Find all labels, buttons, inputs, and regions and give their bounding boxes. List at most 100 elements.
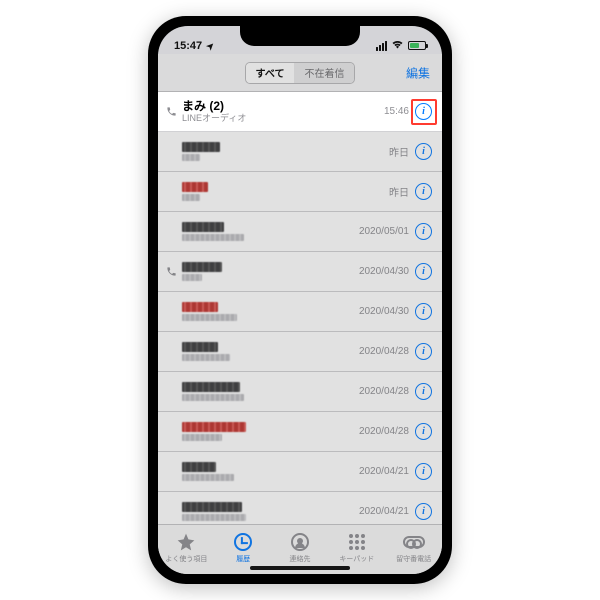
call-row[interactable]: 2020/05/01 i [158, 212, 442, 252]
caller-sub-redacted [182, 154, 200, 161]
caller-sub-redacted [182, 194, 200, 201]
call-row[interactable]: 昨日 i [158, 132, 442, 172]
outgoing-call-icon [164, 106, 178, 117]
call-timestamp: 2020/04/21 [359, 466, 409, 477]
tab-label: よく使う項目 [165, 554, 207, 564]
clock-icon [232, 531, 254, 553]
call-row[interactable]: 昨日 i [158, 172, 442, 212]
outgoing-call-icon [164, 266, 178, 277]
info-button[interactable]: i [415, 463, 432, 480]
tab-recents[interactable]: 履歴 [215, 531, 272, 564]
annotation-highlight [411, 99, 437, 125]
tab-favorites[interactable]: よく使う項目 [158, 531, 215, 564]
call-entry [182, 302, 359, 321]
caller-name-redacted [182, 302, 218, 312]
screen: 15:47 ➤ すべて 不在着信 編集 まみ (2)LINEオーディオ15:46… [158, 26, 442, 574]
call-entry [182, 222, 359, 241]
status-time: 15:47 ➤ [174, 40, 215, 52]
call-row[interactable]: 2020/04/30 i [158, 252, 442, 292]
info-button[interactable]: i [415, 423, 432, 440]
info-button[interactable]: i [415, 143, 432, 160]
info-button[interactable]: i [415, 183, 432, 200]
location-arrow-icon: ➤ [204, 40, 217, 53]
call-timestamp: 昨日 [389, 144, 409, 159]
phone-frame: 15:47 ➤ すべて 不在着信 編集 まみ (2)LINEオーディオ15:46… [148, 16, 452, 584]
clock-time: 15:47 [174, 40, 202, 52]
call-entry [182, 382, 359, 401]
caller-sub-redacted [182, 434, 222, 441]
tab-voicemail[interactable]: 留守番電話 [385, 531, 442, 564]
call-timestamp: 2020/04/28 [359, 346, 409, 357]
call-entry: まみ (2)LINEオーディオ [182, 99, 384, 124]
status-indicators [376, 39, 426, 52]
info-button[interactable]: i [415, 223, 432, 240]
caller-name-redacted [182, 222, 224, 232]
call-row[interactable]: 2020/04/28 i [158, 372, 442, 412]
contact-icon [289, 531, 311, 553]
tab-label: キーパッド [339, 554, 374, 564]
wifi-icon [391, 39, 404, 52]
tab-keypad[interactable]: キーパッド [328, 531, 385, 564]
star-icon [175, 531, 197, 553]
caller-name-redacted [182, 382, 240, 392]
call-row[interactable]: 2020/04/21 i [158, 452, 442, 492]
keypad-icon [346, 531, 368, 553]
call-timestamp: 2020/05/01 [359, 226, 409, 237]
home-indicator[interactable] [250, 566, 350, 570]
caller-sub-redacted [182, 314, 237, 321]
call-timestamp: 2020/04/28 [359, 386, 409, 397]
segmented-control[interactable]: すべて 不在着信 [245, 62, 356, 84]
info-button[interactable]: i [415, 263, 432, 280]
call-row[interactable]: まみ (2)LINEオーディオ15:46i [158, 92, 442, 132]
call-entry [182, 262, 359, 281]
caller-sub-redacted [182, 514, 246, 521]
caller-sub-redacted [182, 234, 244, 241]
tab-label: 留守番電話 [396, 554, 431, 564]
recents-list[interactable]: まみ (2)LINEオーディオ15:46i昨日i昨日i2020/05/01i20… [158, 92, 442, 524]
caller-sub-redacted [182, 394, 244, 401]
nav-header: すべて 不在着信 編集 [158, 54, 442, 92]
call-timestamp: 15:46 [384, 106, 409, 117]
caller-name-redacted [182, 342, 218, 352]
call-timestamp: 2020/04/30 [359, 266, 409, 277]
call-timestamp: 2020/04/28 [359, 426, 409, 437]
info-button[interactable]: i [415, 503, 432, 520]
tab-label: 履歴 [236, 554, 250, 564]
call-row[interactable]: 2020/04/28 i [158, 412, 442, 452]
caller-name: まみ (2) [182, 99, 384, 113]
call-row[interactable]: 2020/04/21 i [158, 492, 442, 524]
caller-name-redacted [182, 422, 246, 432]
caller-sub-redacted [182, 274, 202, 281]
edit-button[interactable]: 編集 [406, 64, 430, 81]
call-entry [182, 462, 359, 481]
caller-sub-redacted [182, 354, 230, 361]
caller-sub: LINEオーディオ [182, 113, 384, 124]
call-entry [182, 342, 359, 361]
cellular-signal-icon [376, 41, 387, 51]
caller-name-redacted [182, 462, 216, 472]
call-row[interactable]: 2020/04/28 i [158, 332, 442, 372]
tab-label: 連絡先 [289, 554, 310, 564]
call-entry [182, 502, 359, 521]
caller-name-redacted [182, 182, 208, 192]
call-entry [182, 182, 389, 201]
tab-contacts[interactable]: 連絡先 [272, 531, 329, 564]
voicemail-icon [403, 531, 425, 553]
info-button[interactable]: i [415, 343, 432, 360]
caller-sub-redacted [182, 474, 234, 481]
caller-name-redacted [182, 142, 220, 152]
notch [240, 26, 360, 46]
call-entry [182, 422, 359, 441]
segment-missed[interactable]: 不在着信 [294, 63, 354, 83]
call-row[interactable]: 2020/04/30 i [158, 292, 442, 332]
info-button[interactable]: i [415, 303, 432, 320]
battery-icon [408, 41, 426, 50]
call-timestamp: 2020/04/21 [359, 506, 409, 517]
call-timestamp: 昨日 [389, 184, 409, 199]
info-button[interactable]: i [415, 383, 432, 400]
call-entry [182, 142, 389, 161]
caller-name-redacted [182, 262, 222, 272]
segment-all[interactable]: すべて [246, 63, 295, 83]
call-timestamp: 2020/04/30 [359, 306, 409, 317]
caller-name-redacted [182, 502, 242, 512]
